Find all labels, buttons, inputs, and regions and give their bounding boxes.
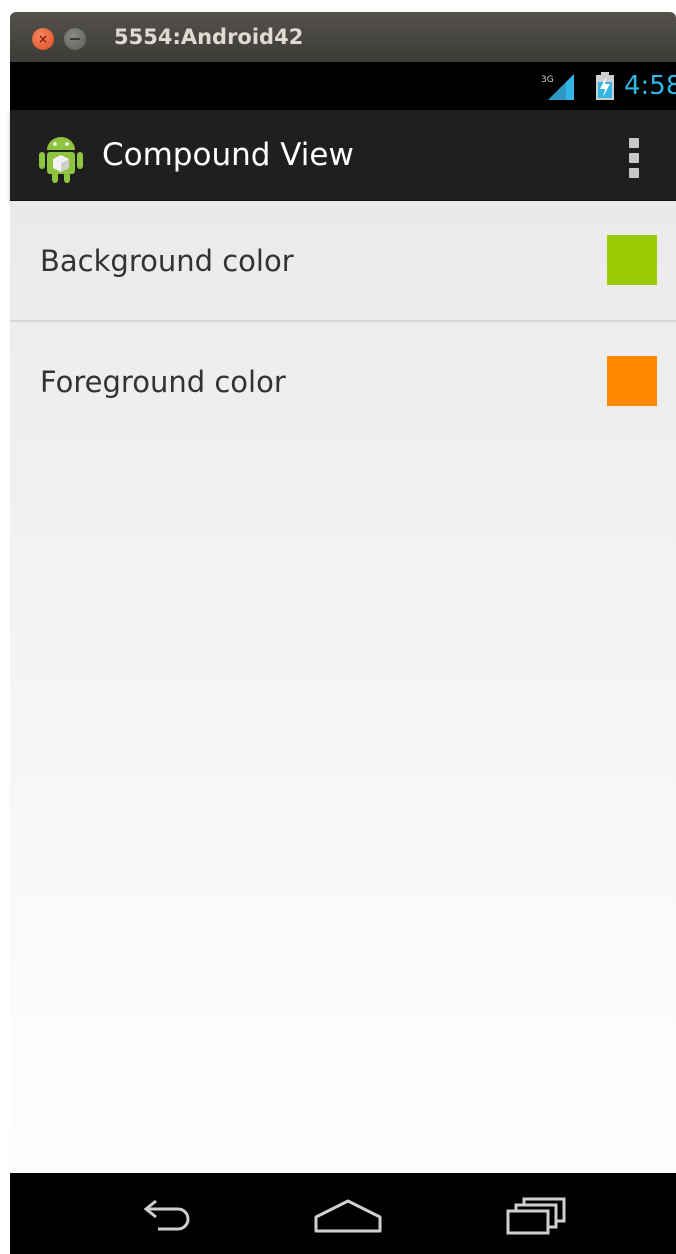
status-bar: 3G 4:58	[10, 62, 676, 110]
background-color-swatch[interactable]	[607, 235, 657, 285]
list-item-foreground-color[interactable]: Foreground color	[10, 322, 676, 442]
app-title: Compound View	[102, 137, 354, 173]
navigation-bar	[10, 1173, 676, 1254]
list-item-background-color[interactable]: Background color	[10, 201, 676, 322]
overflow-dot	[629, 168, 639, 178]
android-robot-icon[interactable]	[38, 132, 84, 184]
overflow-menu-button[interactable]	[622, 134, 646, 182]
battery-charging-icon	[596, 72, 614, 100]
recent-apps-icon[interactable]	[502, 1187, 582, 1243]
action-bar: Compound View	[10, 110, 676, 202]
close-icon: ×	[37, 32, 49, 46]
window-titlebar: × 5554:Android42	[10, 12, 676, 62]
network-type-label: 3G	[541, 75, 554, 85]
setting-label: Background color	[40, 244, 294, 278]
overflow-dot	[629, 138, 639, 148]
window-close-button[interactable]: ×	[32, 28, 54, 50]
setting-label: Foreground color	[40, 365, 286, 399]
home-icon[interactable]	[308, 1187, 388, 1243]
foreground-color-swatch[interactable]	[607, 356, 657, 406]
overflow-dot	[629, 153, 639, 163]
status-clock: 4:58	[624, 71, 676, 101]
settings-list: Background color Foreground color	[10, 201, 676, 1173]
back-icon[interactable]	[126, 1187, 206, 1243]
window-minimize-button[interactable]	[64, 28, 86, 50]
signal-3g-icon: 3G	[541, 74, 574, 100]
emulator-screen: × 5554:Android42 3G 4:58 Compound View B…	[0, 0, 676, 1254]
window-title: 5554:Android42	[114, 25, 304, 49]
minimize-icon	[70, 38, 80, 40]
